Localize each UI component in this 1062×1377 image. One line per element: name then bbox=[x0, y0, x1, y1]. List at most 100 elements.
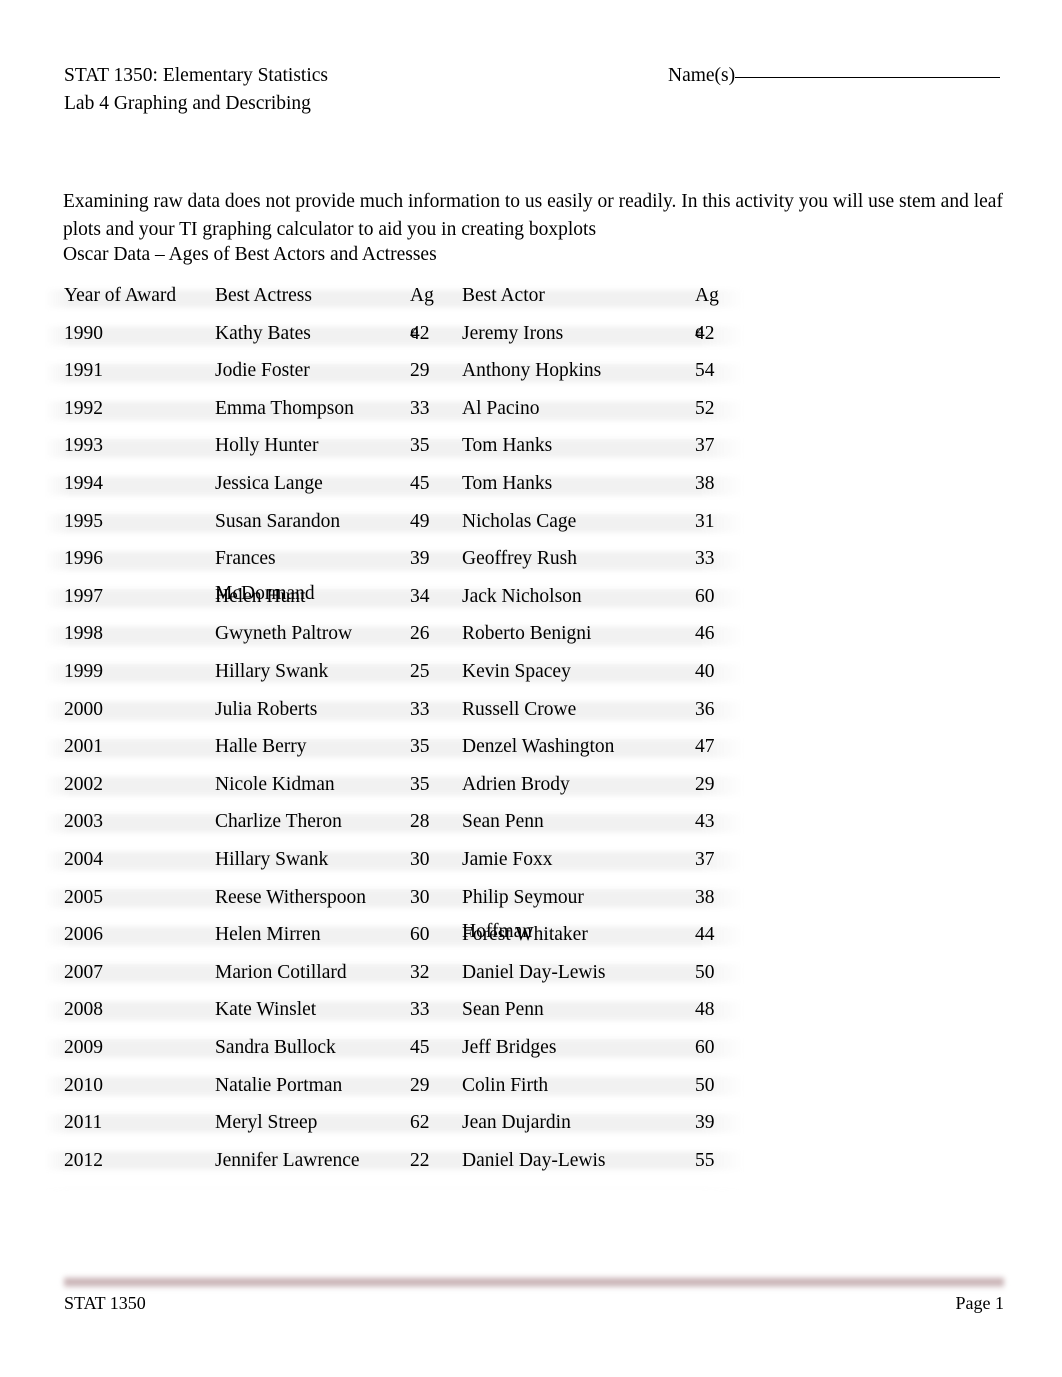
cell-year: 2008 bbox=[64, 999, 103, 1021]
cell-best-actor: Al Pacino bbox=[462, 397, 540, 419]
table-row: 2010 Natalie Portman 29 Colin Firth 50 bbox=[44, 1067, 744, 1105]
cell-best-actor: Jean Dujardin bbox=[462, 1112, 571, 1134]
name-field-group: Name(s) bbox=[668, 62, 1001, 90]
cell-year: 1996 bbox=[64, 548, 103, 570]
cell-best-actor: Colin Firth bbox=[462, 1074, 549, 1096]
cell-actor-age: 31 bbox=[695, 510, 715, 532]
cell-actress-age: 30 bbox=[410, 886, 430, 908]
cell-best-actor: Denzel Washington bbox=[462, 736, 615, 758]
cell-year: 2010 bbox=[64, 1074, 103, 1096]
cell-best-actress: Halle Berry bbox=[215, 736, 307, 758]
cell-best-actress: Natalie Portman bbox=[215, 1074, 343, 1096]
cell-actress-age: 22 bbox=[410, 1149, 430, 1171]
table-row: 2011 Meryl Streep 62 Jean Dujardin 39 bbox=[44, 1104, 744, 1142]
name-blank-line[interactable] bbox=[735, 77, 1001, 78]
table-row: 2005 Reese Witherspoon 30 Philip Seymour 38 bbox=[44, 879, 744, 917]
cell-actor-age: 39 bbox=[695, 1112, 715, 1134]
cell-actor-age: 40 bbox=[695, 661, 715, 682]
cell-best-actress: Kate Winslet bbox=[215, 999, 317, 1021]
cell-best-actor: Sean Penn bbox=[462, 999, 544, 1021]
table-row: 1994 Jessica Lange 45 Tom Hanks 38 bbox=[44, 465, 744, 503]
cell-year: 1998 bbox=[64, 623, 103, 645]
cell-best-actor: Daniel Day-Lewis bbox=[462, 1149, 606, 1171]
cell-best-actor: Daniel Day-Lewis bbox=[462, 961, 606, 983]
footer-page-number: Page 1 bbox=[955, 1293, 1005, 1313]
cell-actor-age: 38 bbox=[695, 473, 715, 494]
cell-year: 2000 bbox=[64, 698, 103, 720]
cell-best-actress: Jennifer Lawrence bbox=[215, 1149, 360, 1171]
cell-best-actress: Susan Sarandon bbox=[215, 510, 341, 532]
cell-year: 2005 bbox=[64, 886, 103, 908]
cell-actor-age: 43 bbox=[695, 811, 715, 833]
cell-year: 1991 bbox=[64, 360, 103, 382]
table-row: 1999 Hillary Swank 25 Kevin Spacey 40 bbox=[44, 653, 744, 691]
table-row: 1998 Gwyneth Paltrow 26 Roberto Benigni 46 bbox=[44, 615, 744, 653]
cell-year: 2006 bbox=[64, 924, 103, 946]
cell-year: 1999 bbox=[64, 661, 103, 682]
cell-actor-age: 42 bbox=[695, 322, 715, 344]
cell-best-actor: Kevin Spacey bbox=[462, 661, 571, 682]
cell-actress-age: 35 bbox=[410, 773, 430, 795]
cell-actor-age: 60 bbox=[695, 585, 715, 607]
cell-actor-age: 55 bbox=[695, 1149, 715, 1171]
cell-actress-age: 26 bbox=[410, 623, 430, 645]
table-row: 1993 Holly Hunter 35 Tom Hanks 37 bbox=[44, 427, 744, 465]
cell-actress-age: 25 bbox=[410, 661, 430, 682]
cell-best-actor: Adrien Brody bbox=[462, 773, 570, 795]
cell-actress-age: 33 bbox=[410, 698, 430, 720]
cell-actor-age: 50 bbox=[695, 1074, 715, 1096]
cell-year: 2001 bbox=[64, 736, 103, 758]
cell-best-actress: Jessica Lange bbox=[215, 473, 323, 494]
lab-title: Lab 4 Graphing and Describing bbox=[64, 93, 311, 114]
table-row: 2002 Nicole Kidman 35 Adrien Brody 29 bbox=[44, 766, 744, 804]
table-row: 2009 Sandra Bullock 45 Jeff Bridges 60 bbox=[44, 1029, 744, 1067]
cell-actress-age: 39 bbox=[410, 548, 430, 570]
table-row: 2007 Marion Cotillard 32 Daniel Day-Lewis 50 bbox=[44, 954, 744, 992]
cell-actor-age: 48 bbox=[695, 999, 715, 1021]
cell-best-actress: Holly Hunter bbox=[215, 435, 319, 457]
cell-actor-age: 29 bbox=[695, 773, 715, 795]
cell-actor-age: 50 bbox=[695, 961, 715, 983]
cell-best-actor: Anthony Hopkins bbox=[462, 360, 602, 382]
course-title: STAT 1350: Elementary Statistics bbox=[64, 65, 329, 86]
cell-best-actress: Nicole Kidman bbox=[215, 773, 335, 795]
cell-best-actress: Marion Cotillard bbox=[215, 961, 347, 983]
cell-actor-age: 38 bbox=[695, 886, 715, 908]
cell-actress-age: 33 bbox=[410, 999, 430, 1021]
table-header-row: Year of Award Best Actress Ag Best Actor Ag bbox=[44, 277, 744, 315]
table-row: 1991 Jodie Foster 29 Anthony Hopkins 54 bbox=[44, 352, 744, 390]
cell-best-actress: Jodie Foster bbox=[215, 360, 310, 382]
footer-rule bbox=[64, 1276, 1004, 1289]
cell-year: 2009 bbox=[64, 1037, 103, 1058]
cell-best-actress: Emma Thompson bbox=[215, 397, 354, 419]
cell-best-actor: Jack Nicholson bbox=[462, 585, 582, 607]
cell-best-actress: Gwyneth Paltrow bbox=[215, 623, 353, 645]
cell-best-actor: Jeremy Irons bbox=[462, 322, 564, 344]
cell-best-actress: Sandra Bullock bbox=[215, 1037, 336, 1058]
cell-best-actress: Charlize Theron bbox=[215, 811, 342, 833]
cell-best-actor: Jamie Foxx bbox=[462, 849, 553, 870]
cell-best-actress: Hillary Swank bbox=[215, 661, 329, 682]
column-header-actor-age: Ag bbox=[695, 285, 719, 306]
cell-actor-age: 37 bbox=[695, 435, 715, 457]
cell-actress-age: 42 bbox=[410, 322, 430, 344]
table-row: 1995 Susan Sarandon 49 Nicholas Cage 31 bbox=[44, 503, 744, 541]
table-caption: Oscar Data – Ages of Best Actors and Act… bbox=[63, 244, 437, 265]
cell-actor-age: 46 bbox=[695, 623, 715, 645]
table-row: 2012 Jennifer Lawrence 22 Daniel Day-Lewis 5… bbox=[44, 1142, 744, 1180]
table-row: 2003 Charlize Theron 28 Sean Penn 43 bbox=[44, 803, 744, 841]
cell-actor-age: 37 bbox=[695, 849, 715, 870]
table-row: 2008 Kate Winslet 33 Sean Penn 48 bbox=[44, 991, 744, 1029]
column-header-actress-age: Ag bbox=[410, 285, 434, 306]
document-header-left: STAT 1350: Elementary Statistics Lab 4 G… bbox=[64, 62, 328, 118]
table-row: 1992 Emma Thompson 33 Al Pacino 52 bbox=[44, 390, 744, 428]
oscar-data-table: Year of Award Best Actress Ag Best Actor Ag e… bbox=[44, 277, 744, 1192]
cell-best-actor: Tom Hanks bbox=[462, 473, 553, 494]
cell-actress-age: 32 bbox=[410, 961, 430, 983]
cell-best-actor: Geoffrey Rush bbox=[462, 548, 577, 570]
cell-actor-age: 54 bbox=[695, 360, 715, 382]
cell-best-actress: Helen Mirren bbox=[215, 924, 321, 946]
cell-best-actor: Russell Crowe bbox=[462, 698, 577, 720]
cell-best-actress: Meryl Streep bbox=[215, 1112, 318, 1134]
footer-course-label: STAT 1350 bbox=[64, 1293, 146, 1313]
